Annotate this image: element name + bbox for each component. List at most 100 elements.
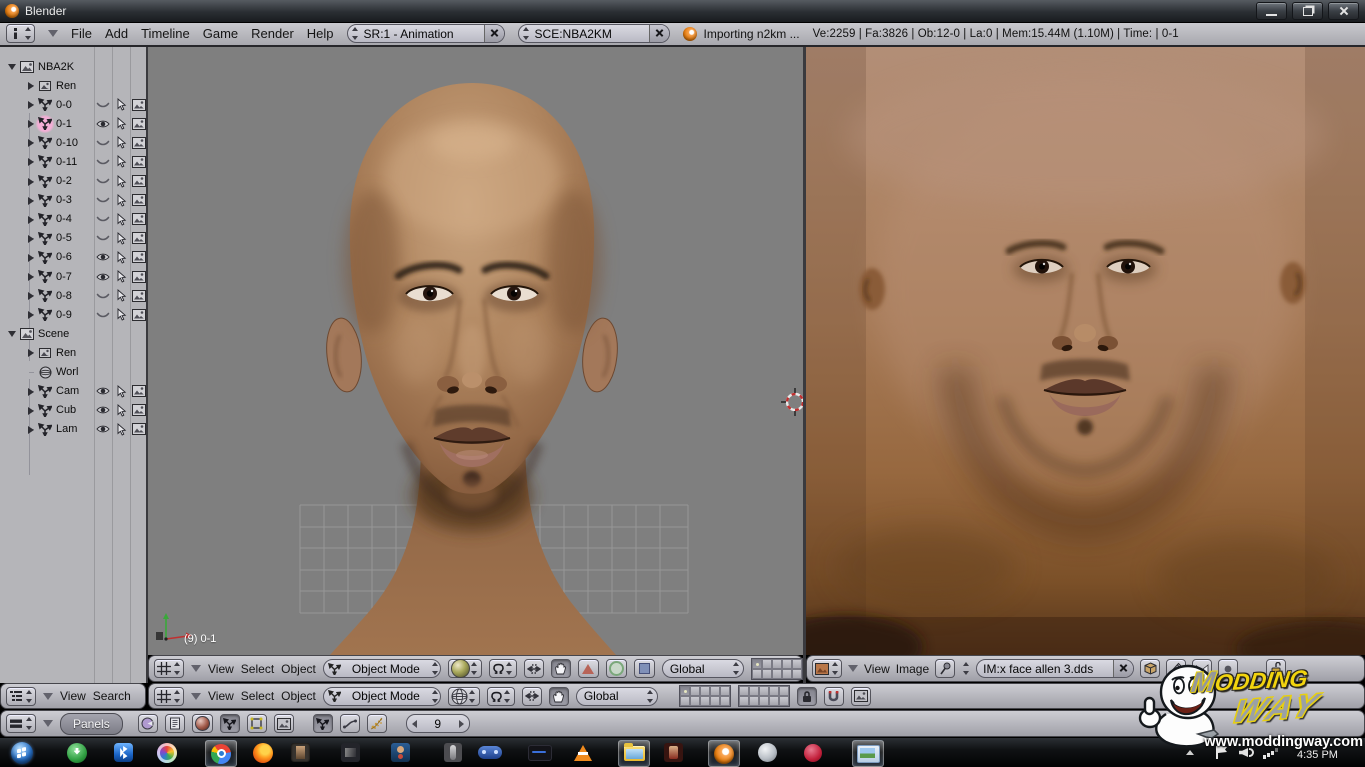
manipulator-translate-button[interactable] — [577, 659, 599, 678]
outliner-item-label[interactable]: Ren — [56, 347, 76, 359]
layers-widget[interactable] — [750, 657, 803, 680]
render-preview-button[interactable] — [850, 686, 871, 706]
outliner-item-label[interactable]: Worl — [56, 366, 78, 378]
menu-view[interactable]: View — [208, 662, 234, 676]
snap-magnet-button[interactable] — [823, 686, 844, 706]
expand-toggle[interactable] — [25, 80, 36, 91]
selectability-cursor-icon[interactable] — [113, 288, 128, 303]
image-unlink-button[interactable] — [1113, 660, 1134, 677]
scene-unlink-button[interactable] — [648, 25, 669, 42]
orientation-dropdown[interactable]: Global — [575, 686, 658, 706]
expand-toggle[interactable] — [25, 99, 36, 110]
visibility-eye-icon[interactable] — [95, 403, 110, 418]
menu-object[interactable]: Object — [281, 662, 316, 676]
taskbar-icon-bluetooth[interactable] — [108, 740, 138, 765]
screen-unlink-button[interactable] — [483, 25, 504, 42]
visibility-eye-icon[interactable] — [95, 97, 110, 112]
viewport-shading-dropdown[interactable] — [447, 686, 480, 706]
layers-widget[interactable] — [678, 685, 731, 707]
selectability-cursor-icon[interactable] — [113, 307, 128, 322]
selectability-cursor-icon[interactable] — [113, 174, 128, 189]
mode-dropdown-stepper[interactable] — [431, 661, 440, 676]
expand-toggle[interactable] — [25, 195, 36, 206]
expand-toggle[interactable] — [7, 328, 18, 339]
editor-type-stepper[interactable] — [172, 661, 181, 676]
window-titlebar[interactable]: Blender — [0, 0, 1365, 23]
scene-selector-stepper[interactable] — [522, 26, 531, 41]
editor-type-selector[interactable] — [6, 714, 36, 733]
menu-view[interactable]: View — [60, 689, 86, 703]
renderability-icon[interactable] — [131, 212, 146, 227]
script-context-button[interactable] — [164, 714, 185, 733]
layers-widget-2[interactable] — [737, 685, 790, 707]
expand-toggle[interactable] — [25, 137, 36, 148]
expand-toggle[interactable] — [25, 214, 36, 225]
taskbar-icon-ps-controller[interactable] — [475, 740, 505, 765]
close-button[interactable] — [1328, 2, 1359, 20]
editor-type-selector[interactable] — [6, 686, 36, 706]
outliner-item-0-2[interactable]: 0-2 — [0, 172, 146, 191]
header-collapse-icon[interactable] — [191, 692, 201, 700]
outliner-item-0-4[interactable]: 0-4 — [0, 210, 146, 229]
selectability-cursor-icon[interactable] — [113, 116, 128, 131]
selectability-cursor-icon[interactable] — [113, 154, 128, 169]
rotation-pivot-button[interactable] — [486, 686, 515, 706]
expand-toggle[interactable] — [25, 424, 36, 435]
visibility-eye-icon[interactable] — [95, 212, 110, 227]
editor-type-selector[interactable] — [812, 659, 842, 678]
manipulator-hand-button[interactable] — [548, 686, 569, 706]
selectability-cursor-icon[interactable] — [113, 269, 128, 284]
outliner-item-0-6[interactable]: 0-6 — [0, 248, 146, 267]
outliner-item-label[interactable]: 0-4 — [56, 213, 72, 225]
menu-game[interactable]: Game — [203, 26, 238, 41]
rotation-pivot-button[interactable] — [488, 659, 517, 678]
menu-image[interactable]: Image — [896, 662, 929, 676]
renderability-icon[interactable] — [131, 384, 146, 399]
renderability-icon[interactable] — [131, 307, 146, 322]
visibility-eye-icon[interactable] — [95, 154, 110, 169]
selectability-cursor-icon[interactable] — [113, 135, 128, 150]
outliner-item-0-0[interactable]: 0-0 — [0, 95, 146, 114]
visibility-eye-icon[interactable] — [95, 307, 110, 322]
transform-widget-button[interactable] — [521, 686, 542, 706]
menu-select[interactable]: Select — [241, 662, 274, 676]
expand-toggle[interactable] — [25, 290, 36, 301]
header-collapse-icon[interactable] — [43, 692, 53, 700]
outliner-item-label[interactable]: 0-0 — [56, 99, 72, 111]
outliner-item-label[interactable]: 0-2 — [56, 175, 72, 187]
expand-toggle[interactable] — [25, 309, 36, 320]
menu-search[interactable]: Search — [93, 689, 131, 703]
outliner-item-lam[interactable]: Lam — [0, 420, 146, 439]
taskbar-icon-nba-app[interactable] — [798, 740, 828, 765]
expand-toggle[interactable] — [25, 386, 36, 397]
outliner-item-ren[interactable]: Ren — [0, 76, 146, 95]
taskbar-icon-blender[interactable] — [708, 740, 740, 767]
menu-help[interactable]: Help — [307, 26, 334, 41]
editor-type-selector[interactable] — [154, 686, 184, 706]
outliner-item-label[interactable]: 0-3 — [56, 194, 72, 206]
taskbar-icon-idm[interactable] — [62, 740, 92, 765]
minimize-button[interactable] — [1256, 2, 1287, 20]
manipulator-scale-button[interactable] — [633, 659, 655, 678]
taskbar-icon-image-viewer[interactable] — [852, 740, 884, 767]
orientation-dropdown[interactable]: Global — [661, 659, 744, 678]
object-subcontext-button[interactable] — [312, 714, 333, 733]
renderability-icon[interactable] — [131, 193, 146, 208]
lock-layers-button[interactable] — [796, 686, 817, 706]
renderability-icon[interactable] — [131, 135, 146, 150]
menu-view[interactable]: View — [208, 689, 234, 703]
visibility-eye-icon[interactable] — [95, 231, 110, 246]
manipulator-hand-button[interactable] — [550, 659, 571, 678]
outliner-item-label[interactable]: 0-5 — [56, 232, 72, 244]
header-collapse-icon[interactable] — [43, 720, 53, 727]
menu-file[interactable]: File — [71, 26, 92, 41]
outliner-item-0-11[interactable]: 0-11 — [0, 152, 146, 171]
menu-timeline[interactable]: Timeline — [141, 26, 190, 41]
expand-toggle[interactable] — [25, 252, 36, 263]
visibility-eye-icon[interactable] — [95, 269, 110, 284]
outliner-item-label[interactable]: 0-7 — [56, 271, 72, 283]
renderability-icon[interactable] — [131, 97, 146, 112]
outliner-item-0-7[interactable]: 0-7 — [0, 267, 146, 286]
object-context-button[interactable] — [219, 714, 240, 733]
taskbar-icon-photo-app-2[interactable] — [335, 740, 365, 765]
